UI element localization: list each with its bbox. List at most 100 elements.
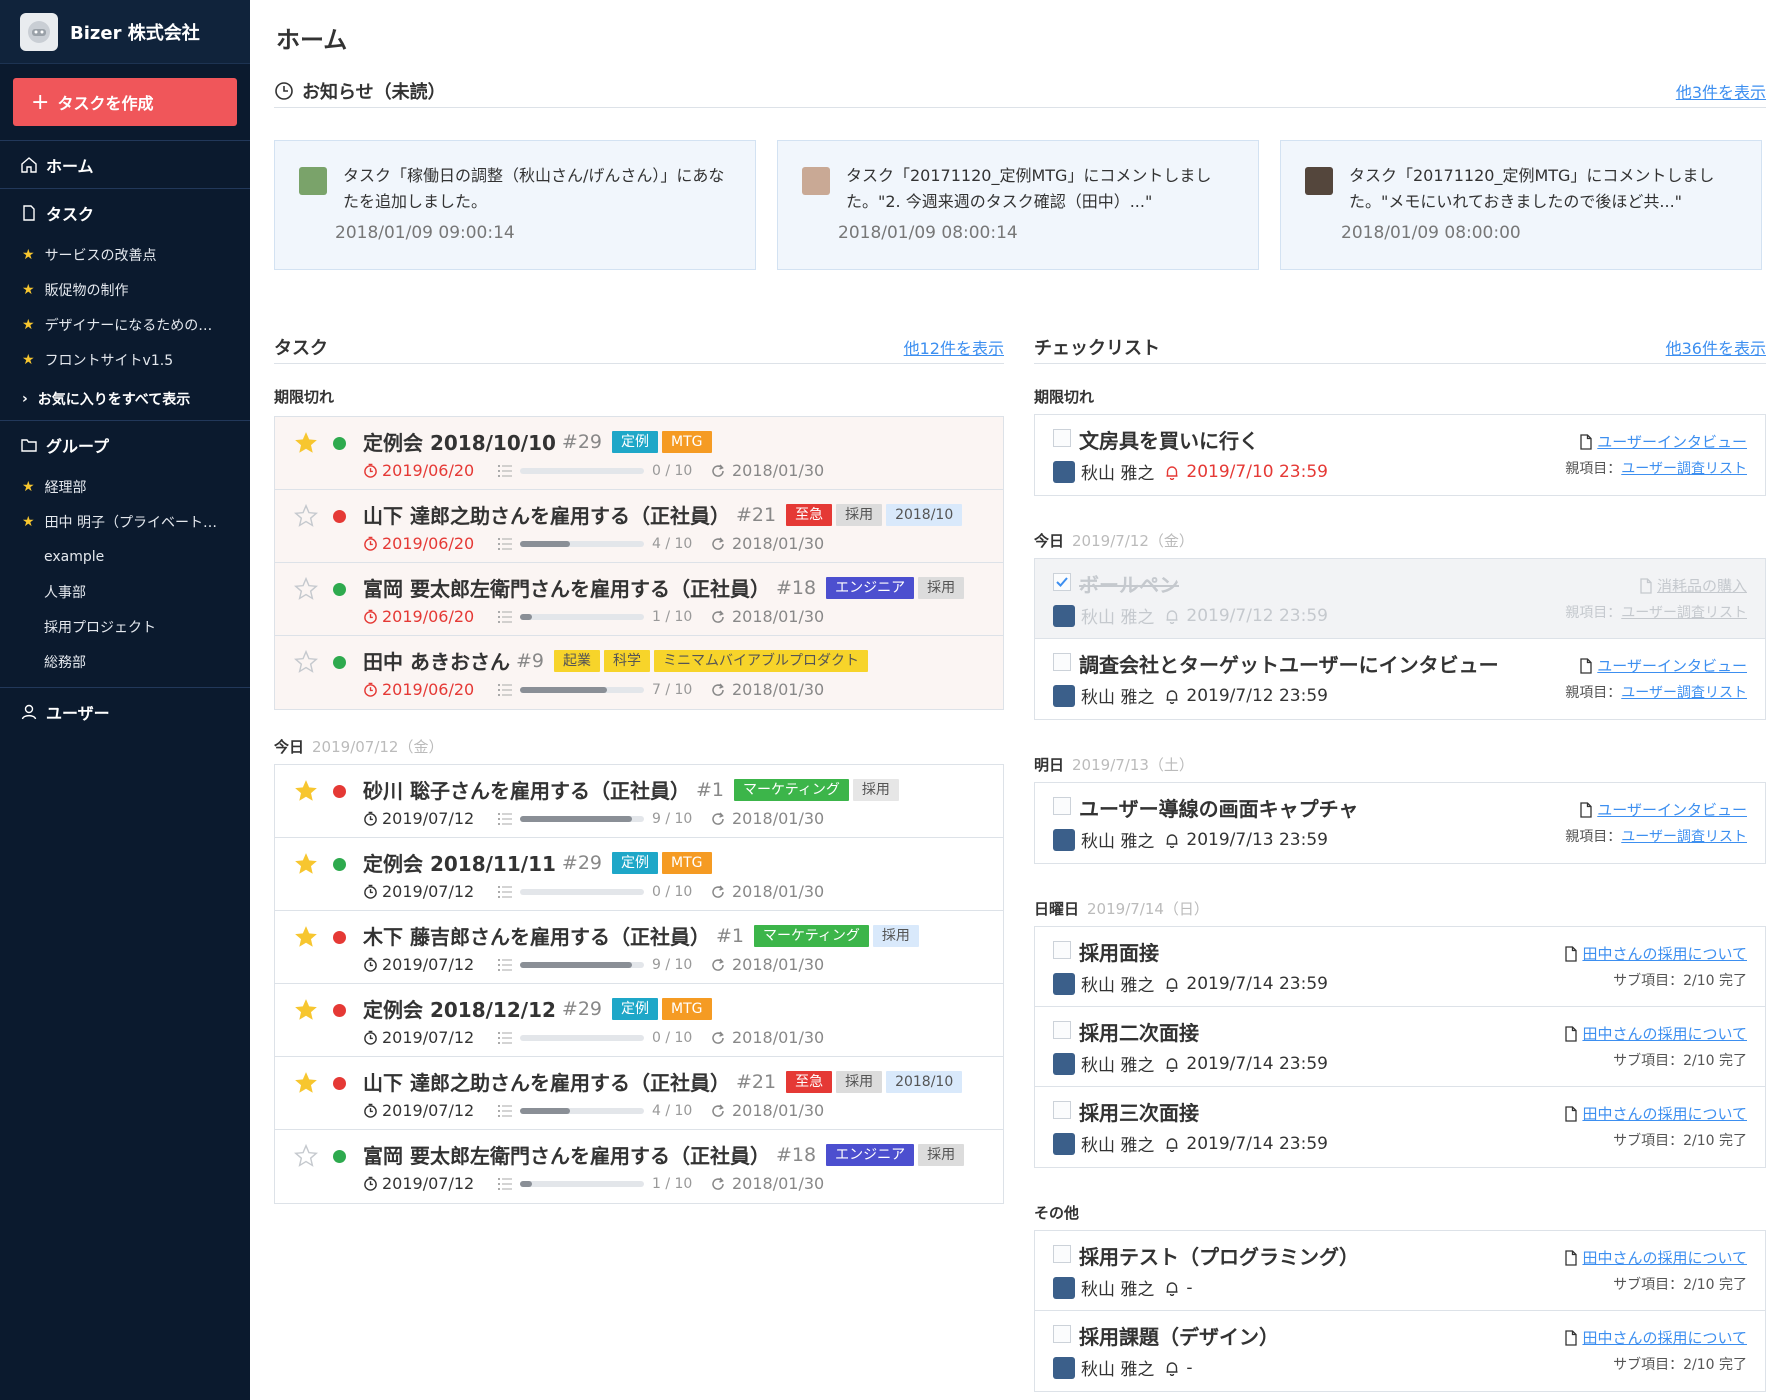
checkbox[interactable] [1053, 573, 1071, 591]
sidebar-group-favorite[interactable]: ★ 経理部 [0, 469, 250, 504]
task-title-line[interactable]: 山下 達郎之助さんを雇用する（正社員） #21 至急 採用 2018/10 [363, 500, 966, 529]
parent-task-link-text[interactable]: 消耗品の購入 [1657, 575, 1747, 596]
task-tag[interactable]: 科学 [603, 649, 650, 672]
task-tag[interactable]: 採用 [836, 503, 883, 526]
parent-item-link[interactable]: ユーザー調査リスト [1621, 461, 1747, 477]
task-tag[interactable]: 採用 [918, 576, 965, 599]
task-title-line[interactable]: 定例会 2018/12/12 #29 定例 MTG [363, 994, 716, 1023]
star-filled-icon[interactable] [293, 1070, 319, 1096]
task-row[interactable]: 定例会 2018/11/11 #29 定例 MTG 2019/07/12 0 / 10 20… [275, 838, 1003, 911]
sidebar-group-favorite[interactable]: ★ 田中 明子（プライベート… [0, 504, 250, 539]
task-tag[interactable]: 至急 [786, 1070, 833, 1093]
parent-task-link[interactable]: 田中さんの採用について [1564, 1103, 1747, 1124]
tasks-more-link[interactable]: 他12件を表示 [904, 335, 1004, 359]
nav-user[interactable]: ユーザー [0, 688, 250, 736]
checklist-item-title[interactable]: 採用面接 [1079, 937, 1159, 966]
task-title[interactable]: 定例会 2018/12/12 [363, 994, 556, 1023]
checklist-item[interactable]: 採用課題（デザイン） 秋山 雅之 - 田中さんの採用について サブ項目：2/10 完了 [1035, 1311, 1765, 1391]
star-outline-icon[interactable] [293, 576, 319, 602]
parent-task-link-text[interactable]: ユーザーインタビュー [1597, 799, 1747, 820]
notice-card[interactable]: タスク「20171120_定例MTG」にコメントしました。"メモにいれておきまし… [1280, 140, 1762, 270]
checklist-item-title[interactable]: 採用テスト（プログラミング） [1079, 1241, 1359, 1270]
task-title[interactable]: 定例会 2018/10/10 [363, 427, 556, 456]
checklist-item-title[interactable]: ボールペン [1079, 569, 1179, 598]
checkbox[interactable] [1053, 797, 1071, 815]
parent-task-link-text[interactable]: 田中さんの採用について [1582, 1327, 1747, 1348]
task-row[interactable]: 富岡 要太郎左衛門さんを雇用する（正社員） #18 エンジニア 採用 2019/07/1… [275, 1130, 1003, 1203]
checklist-item[interactable]: ボールペン 秋山 雅之 2019/7/12 23:59 消耗品の購入 親項目：ユーザー調… [1035, 559, 1765, 639]
sidebar-group-item[interactable]: 人事部 [0, 574, 250, 609]
brand-header[interactable]: Bizer 株式会社 [0, 0, 250, 64]
task-title-line[interactable]: 砂川 聡子さんを雇用する（正社員） #1 マーケティング 採用 [363, 775, 903, 804]
task-row[interactable]: 砂川 聡子さんを雇用する（正社員） #1 マーケティング 採用 2019/07/12 9 … [275, 765, 1003, 838]
task-tag[interactable]: 採用 [918, 1143, 965, 1166]
task-title-line[interactable]: 定例会 2018/10/10 #29 定例 MTG [363, 427, 716, 456]
task-tag[interactable]: 2018/10 [886, 1070, 963, 1093]
checkbox[interactable] [1053, 1245, 1071, 1263]
star-filled-icon[interactable] [293, 997, 319, 1023]
checkbox[interactable] [1053, 429, 1071, 447]
task-title[interactable]: 富岡 要太郎左衛門さんを雇用する（正社員） [363, 1140, 770, 1169]
task-tag[interactable]: 定例 [612, 851, 659, 874]
sidebar-favorite-item[interactable]: ★ サービスの改善点 [0, 237, 250, 272]
task-row[interactable]: 山下 達郎之助さんを雇用する（正社員） #21 至急 採用 2018/10 2019/07… [275, 1057, 1003, 1130]
task-tag[interactable]: マーケティング [753, 924, 869, 947]
nav-home[interactable]: ホーム [0, 141, 250, 189]
task-tag[interactable]: エンジニア [826, 576, 915, 599]
task-title[interactable]: 定例会 2018/11/11 [363, 848, 556, 877]
task-title-line[interactable]: 富岡 要太郎左衛門さんを雇用する（正社員） #18 エンジニア 採用 [363, 1140, 968, 1169]
nav-task[interactable]: タスク [0, 189, 250, 237]
checklist-item[interactable]: 調査会社とターゲットユーザーにインタビュー 秋山 雅之 2019/7/12 23:5… [1035, 639, 1765, 719]
checklist-item[interactable]: 採用二次面接 秋山 雅之 2019/7/14 23:59 田中さんの採用について サブ項… [1035, 1007, 1765, 1087]
parent-task-link[interactable]: ユーザーインタビュー [1565, 431, 1747, 452]
checkbox[interactable] [1053, 1101, 1071, 1119]
checklist-item[interactable]: 採用テスト（プログラミング） 秋山 雅之 - 田中さんの採用について サブ項目：2/10… [1035, 1231, 1765, 1311]
task-tag[interactable]: ミニマムバイアブルプロダクト [653, 649, 868, 672]
star-outline-icon[interactable] [293, 1143, 319, 1169]
task-tag[interactable]: 起業 [553, 649, 600, 672]
checklist-item[interactable]: 採用三次面接 秋山 雅之 2019/7/14 23:59 田中さんの採用について サブ項… [1035, 1087, 1765, 1167]
notices-more-link[interactable]: 他3件を表示 [1676, 79, 1766, 103]
sidebar-group-item[interactable]: 採用プロジェクト [0, 609, 250, 644]
task-tag[interactable]: 採用 [836, 1070, 883, 1093]
notice-card[interactable]: タスク「稼働日の調整（秋山さん/げんさん）」にあなたを追加しました。 2018/0… [274, 140, 756, 270]
parent-task-link-text[interactable]: ユーザーインタビュー [1597, 431, 1747, 452]
task-title-line[interactable]: 山下 達郎之助さんを雇用する（正社員） #21 至急 採用 2018/10 [363, 1067, 966, 1096]
star-outline-icon[interactable] [293, 649, 319, 675]
task-title-line[interactable]: 定例会 2018/11/11 #29 定例 MTG [363, 848, 716, 877]
task-row[interactable]: 田中 あきおさん #9 起業 科学 ミニマムバイアブルプロダクト 2019/06/20 7 … [275, 636, 1003, 709]
task-tag[interactable]: MTG [662, 997, 712, 1020]
checklist-item[interactable]: 採用面接 秋山 雅之 2019/7/14 23:59 田中さんの採用について サブ項目：… [1035, 927, 1765, 1007]
star-filled-icon[interactable] [293, 430, 319, 456]
nav-group[interactable]: グループ [0, 421, 250, 469]
sidebar-favorite-item[interactable]: ★ デザイナーになるための… [0, 307, 250, 342]
sidebar-group-item[interactable]: example [0, 539, 250, 574]
create-task-button[interactable]: + タスクを作成 [13, 78, 237, 126]
parent-task-link-text[interactable]: ユーザーインタビュー [1597, 655, 1747, 676]
task-row[interactable]: 山下 達郎之助さんを雇用する（正社員） #21 至急 採用 2018/10 2019/06… [275, 490, 1003, 563]
task-title[interactable]: 山下 達郎之助さんを雇用する（正社員） [363, 500, 730, 529]
task-title-line[interactable]: 田中 あきおさん #9 起業 科学 ミニマムバイアブルプロダクト [363, 646, 872, 675]
task-title-line[interactable]: 木下 藤吉郎さんを雇用する（正社員） #1 マーケティング 採用 [363, 921, 923, 950]
sidebar-favorite-item[interactable]: ★ 販促物の制作 [0, 272, 250, 307]
parent-item-link[interactable]: ユーザー調査リスト [1621, 605, 1747, 621]
task-title-line[interactable]: 富岡 要太郎左衛門さんを雇用する（正社員） #18 エンジニア 採用 [363, 573, 968, 602]
parent-task-link[interactable]: 田中さんの採用について [1564, 943, 1747, 964]
parent-task-link[interactable]: 田中さんの採用について [1564, 1327, 1747, 1348]
checklist-item[interactable]: ユーザー導線の画面キャプチャ 秋山 雅之 2019/7/13 23:59 ユーザーイン… [1035, 783, 1765, 863]
task-row[interactable]: 富岡 要太郎左衛門さんを雇用する（正社員） #18 エンジニア 採用 2019/06/2… [275, 563, 1003, 636]
task-tag[interactable]: 至急 [786, 503, 833, 526]
parent-task-link[interactable]: 田中さんの採用について [1564, 1247, 1747, 1268]
show-all-favorites-link[interactable]: › お気に入りをすべて表示 [0, 377, 250, 421]
parent-task-link[interactable]: 消耗品の購入 [1565, 575, 1747, 596]
checklist-item[interactable]: 文房具を買いに行く 秋山 雅之 2019/7/10 23:59 ユーザーインタビュー親… [1035, 415, 1765, 495]
parent-task-link-text[interactable]: 田中さんの採用について [1582, 1103, 1747, 1124]
task-tag[interactable]: 採用 [872, 924, 919, 947]
checklist-more-link[interactable]: 他36件を表示 [1666, 335, 1766, 359]
task-tag[interactable]: 採用 [852, 778, 899, 801]
checkbox[interactable] [1053, 1325, 1071, 1343]
parent-task-link[interactable]: ユーザーインタビュー [1565, 655, 1747, 676]
parent-task-link-text[interactable]: 田中さんの採用について [1582, 1247, 1747, 1268]
task-title[interactable]: 砂川 聡子さんを雇用する（正社員） [363, 775, 690, 804]
task-row[interactable]: 木下 藤吉郎さんを雇用する（正社員） #1 マーケティング 採用 2019/07/12 9… [275, 911, 1003, 984]
